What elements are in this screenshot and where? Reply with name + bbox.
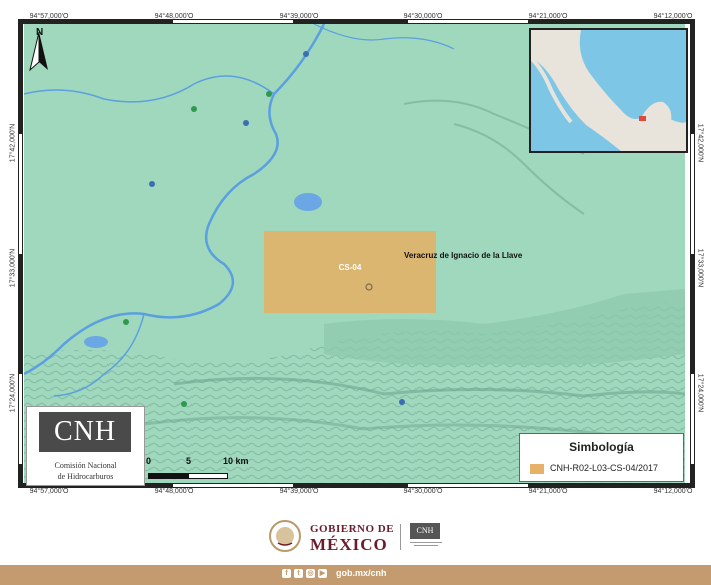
- mexico-inset-icon: [531, 30, 686, 151]
- right-coord: 17°24,000'N: [696, 373, 704, 413]
- border-tick: [19, 134, 22, 254]
- lake: [294, 193, 322, 211]
- inset-locator-map: [529, 28, 688, 153]
- river: [24, 75, 275, 103]
- cnh-small-subtitle-icon: [410, 542, 442, 546]
- border-tick: [691, 374, 694, 464]
- instagram-icon[interactable]: ◎: [306, 569, 315, 578]
- twitter-icon[interactable]: t: [294, 569, 303, 578]
- map-pin-icon: [365, 283, 373, 291]
- place-marker: [266, 91, 272, 97]
- place-marker: [181, 401, 187, 407]
- legend: Simbología CNH-R02-L03-CS-04/2017: [519, 433, 684, 482]
- right-coord: 17°33,000'N: [696, 248, 704, 288]
- top-coord: 94°21,000'O: [528, 13, 568, 20]
- place-marker: [149, 181, 155, 187]
- scale-bar: 0 5 10 km: [145, 456, 265, 486]
- mexico-coat-of-arms-icon: [269, 520, 301, 552]
- border-tick: [173, 20, 293, 23]
- cnh-logo-box: CNH Comisión Nacional de Hidrocarburos: [26, 406, 145, 486]
- right-coord: 17°42,000'N: [696, 123, 704, 163]
- border-tick: [691, 134, 694, 254]
- state-label: Veracruz de Ignacio de la Llave: [404, 251, 523, 260]
- footer-divider: [400, 524, 401, 550]
- place-marker: [399, 399, 405, 405]
- border-tick: [408, 20, 528, 23]
- top-coord: 94°48,000'O: [154, 13, 194, 20]
- facebook-icon[interactable]: f: [282, 569, 291, 578]
- top-coord: 94°57,000'O: [29, 13, 69, 20]
- bottom-coord: 94°48,000'O: [154, 488, 194, 495]
- lake: [84, 336, 108, 348]
- study-area-label: CS-04: [338, 263, 362, 272]
- top-coord: 94°39,000'O: [279, 13, 319, 20]
- scale-label: 10 km: [223, 456, 249, 466]
- border-tick: [19, 374, 22, 464]
- footer-url-link[interactable]: gob.mx/cnh: [336, 568, 387, 578]
- gob-line1: GOBIERNO DE: [310, 523, 395, 535]
- scale-segment: [148, 473, 188, 479]
- bottom-coord: 94°21,000'O: [528, 488, 568, 495]
- bottom-coord: 94°39,000'O: [279, 488, 319, 495]
- place-marker: [123, 319, 129, 325]
- study-area-cs04[interactable]: CS-04: [264, 231, 436, 313]
- footer-logos: GOBIERNO DE MÉXICO CNH: [0, 512, 711, 562]
- legend-title: Simbología: [569, 440, 634, 454]
- cnh-logo: CNH: [39, 412, 131, 452]
- bottom-coord: 94°30,000'O: [403, 488, 443, 495]
- river: [24, 24, 326, 376]
- scale-label: 0: [146, 456, 152, 466]
- cnh-small-logo: CNH: [410, 523, 440, 539]
- social-icons: f t ◎ ▶: [282, 569, 327, 578]
- legend-entry-label: CNH-R02-L03-CS-04/2017: [550, 463, 659, 473]
- top-coord: 94°30,000'O: [403, 13, 443, 20]
- scale-segment: [188, 473, 228, 479]
- river: [313, 24, 455, 50]
- place-marker: [191, 106, 197, 112]
- place-marker: [303, 51, 309, 57]
- cnh-name-line2: de Hidrocarburos: [57, 472, 114, 481]
- left-coord: 17°24,000'N: [9, 373, 17, 413]
- gob-line2: MÉXICO: [310, 535, 388, 554]
- cnh-name-line1: Comisión Nacional: [54, 461, 117, 470]
- top-coord: 94°12,000'O: [653, 13, 693, 20]
- bottom-coord: 94°12,000'O: [653, 488, 693, 495]
- left-coord: 17°42,000'N: [9, 123, 17, 163]
- place-marker: [243, 120, 249, 126]
- left-coord: 17°33,000'N: [9, 248, 17, 288]
- footer-bar: f t ◎ ▶ gob.mx/cnh: [0, 565, 711, 585]
- scale-label: 5: [186, 456, 192, 466]
- bottom-coord: 94°57,000'O: [29, 488, 69, 495]
- legend-swatch: [530, 464, 544, 474]
- border-tick: [408, 484, 528, 487]
- youtube-icon[interactable]: ▶: [318, 569, 327, 578]
- north-label: N: [36, 27, 44, 38]
